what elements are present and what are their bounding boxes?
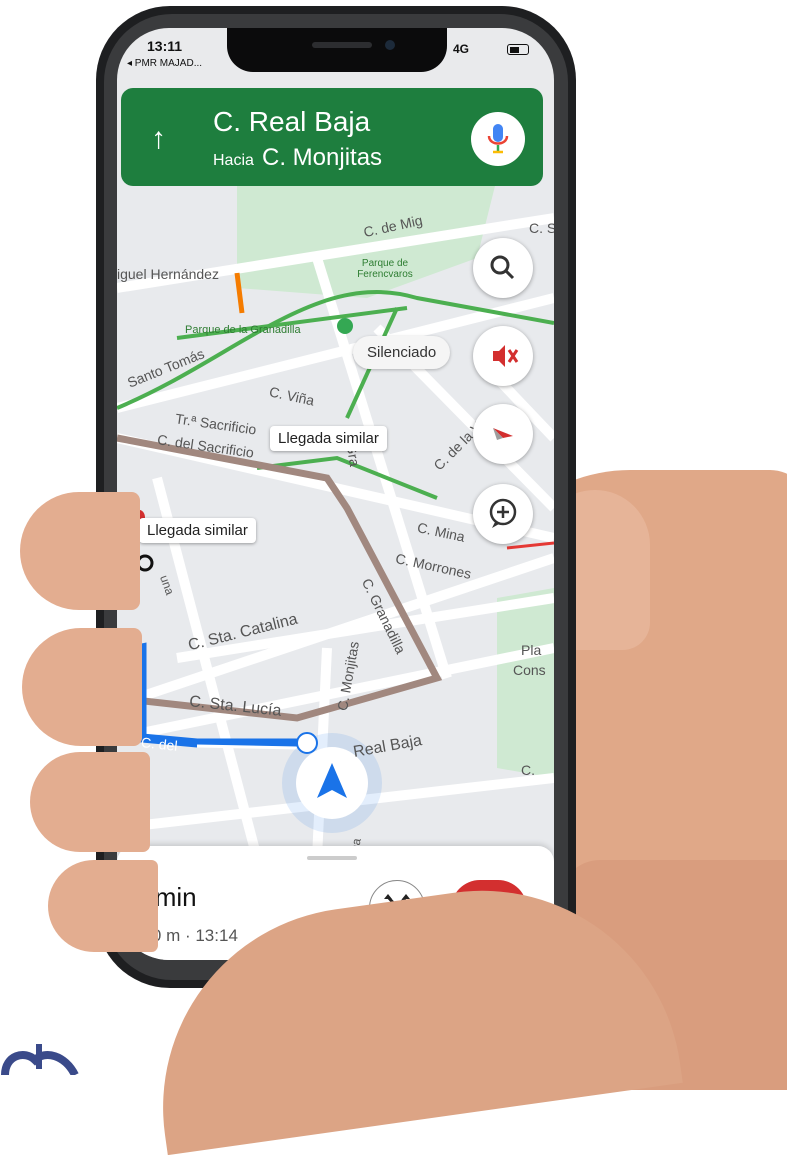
drag-handle[interactable] [307, 856, 357, 860]
camera [385, 40, 395, 50]
towards-label: Hacia [213, 152, 254, 169]
mute-button[interactable] [473, 326, 533, 386]
voice-search-button[interactable] [471, 112, 525, 166]
battery-level [510, 47, 519, 53]
search-icon [490, 255, 515, 280]
compass-button[interactable] [473, 404, 533, 464]
phone-screen: iguel Hernández C. de Mig Santo Tomás C.… [117, 28, 554, 960]
eta-unit: min [154, 882, 197, 912]
network-label: 4G [453, 42, 470, 56]
hand-finger [30, 752, 150, 852]
compass-icon [493, 428, 513, 440]
microphone-icon [487, 124, 509, 154]
add-report-icon [489, 498, 517, 528]
street-label: C. [521, 762, 535, 778]
towards-street: C. Monjitas [262, 144, 383, 171]
arrival-chip[interactable]: Llegada similar [139, 518, 256, 543]
street-label: iguel Hernández [117, 266, 219, 282]
street-label: C. S [529, 220, 554, 236]
map-view[interactable]: iguel Hernández C. de Mig Santo Tomás C.… [117, 178, 554, 860]
arrival-chip[interactable]: Llegada similar [270, 426, 387, 451]
partial-logo [1, 1044, 79, 1075]
status-time: 13:11 [147, 38, 183, 54]
arrow-up-icon: ↑ [151, 122, 166, 155]
park-area [497, 588, 554, 778]
phone-notch [227, 28, 447, 72]
back-to-app[interactable]: ◂ PMR MAJAD... [127, 58, 202, 69]
speaker [312, 42, 372, 48]
next-street: C. Real Baja [213, 106, 371, 137]
navigation-banner[interactable]: ↑ C. Real Baja Hacia C. Monjitas [121, 88, 543, 186]
park-label: Parque de Ferencvaros [357, 258, 413, 280]
park-label: Parque de la Granadilla [185, 324, 301, 336]
street-label: Pla [521, 642, 542, 658]
hand-finger [20, 492, 140, 610]
hand-finger [22, 628, 142, 746]
hand-finger [48, 860, 158, 952]
street-label: Cons [513, 662, 546, 678]
search-button[interactable] [473, 238, 533, 298]
silenced-label: Silenciado [353, 336, 451, 369]
report-button[interactable] [473, 484, 533, 544]
park-pin-icon [337, 318, 353, 334]
volume-muted-icon [493, 345, 519, 367]
